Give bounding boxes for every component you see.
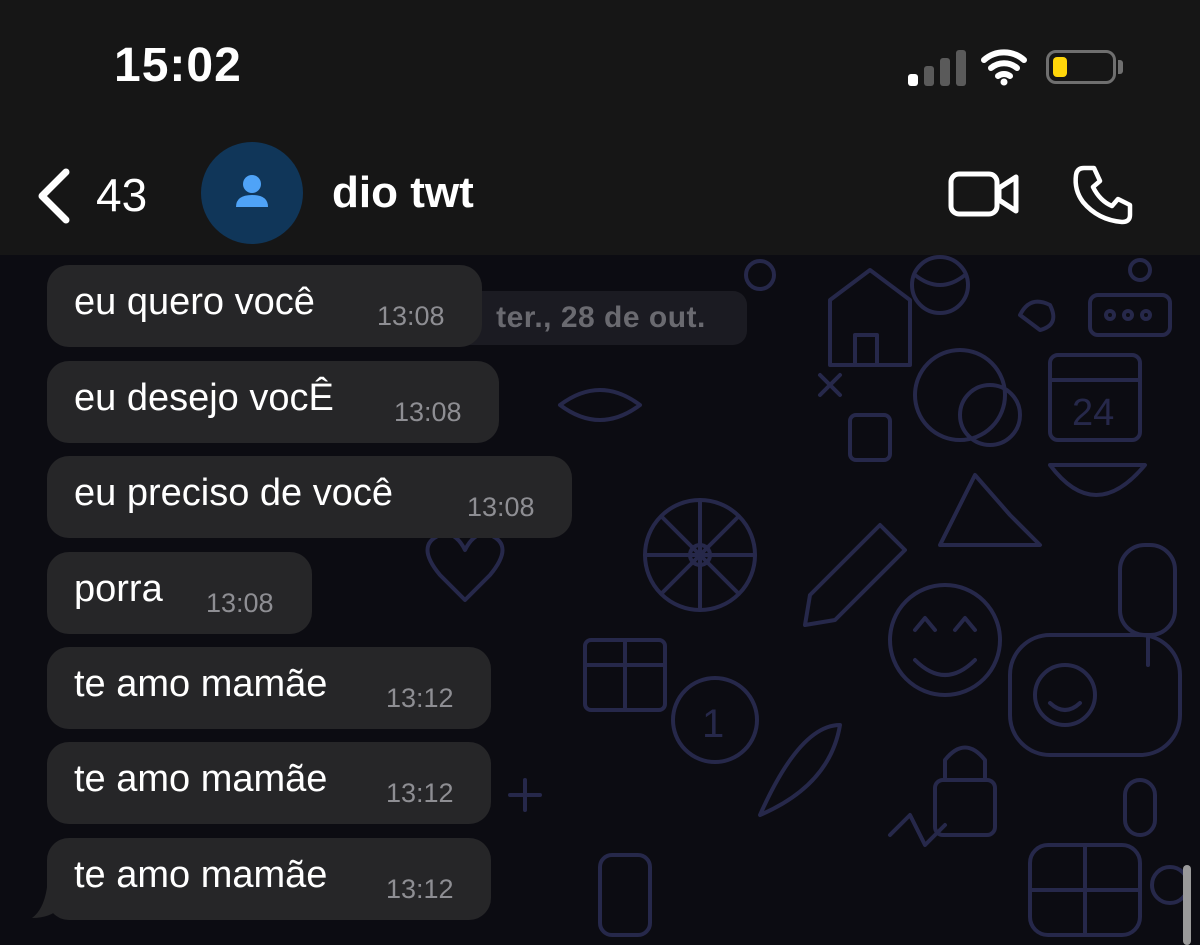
status-time: 15:02 xyxy=(114,39,242,92)
battery-icon xyxy=(1046,50,1116,84)
message-text: te amo mamãe xyxy=(74,663,328,705)
signal-bar-2 xyxy=(924,66,934,86)
avatar[interactable] xyxy=(201,142,303,244)
svg-text:24: 24 xyxy=(1072,392,1114,434)
battery-level xyxy=(1053,57,1067,77)
message-text: eu preciso de você xyxy=(74,472,393,514)
message-bubble[interactable]: eu preciso de você 13:08 xyxy=(47,456,572,538)
message-time: 13:08 xyxy=(206,588,274,618)
status-bar: 15:02 xyxy=(0,0,1200,130)
message-time: 13:12 xyxy=(386,683,454,713)
message-bubble[interactable]: te amo mamãe 13:12 xyxy=(47,838,491,920)
message-time: 13:08 xyxy=(467,492,535,522)
unread-count[interactable]: 43 xyxy=(96,168,147,222)
wifi-icon xyxy=(981,49,1027,86)
message-text: eu quero você xyxy=(74,281,315,323)
message-text: porra xyxy=(74,568,163,610)
person-icon xyxy=(236,175,268,207)
message-bubble[interactable]: porra 13:08 xyxy=(47,552,312,634)
signal-bar-1 xyxy=(908,74,918,86)
message-bubble[interactable]: eu desejo vocÊ 13:08 xyxy=(47,361,499,443)
message-bubble[interactable]: te amo mamãe 13:12 xyxy=(47,647,491,729)
date-separator: ter., 28 de out. xyxy=(455,291,747,345)
chat-header: 43 dio twt xyxy=(0,130,1200,255)
message-time: 13:08 xyxy=(394,397,462,427)
message-time: 13:12 xyxy=(386,778,454,808)
message-bubble[interactable]: te amo mamãe 13:12 xyxy=(47,742,491,824)
video-camera-icon[interactable] xyxy=(948,168,1020,220)
battery-cap xyxy=(1118,60,1123,74)
scrollbar[interactable] xyxy=(1183,865,1191,945)
chat-area[interactable]: 24 1 ter., 28 de out. eu quero você 13:0… xyxy=(0,255,1200,945)
message-text: te amo mamãe xyxy=(74,854,328,896)
signal-bar-4 xyxy=(956,50,966,86)
signal-bar-3 xyxy=(940,58,950,86)
message-text: te amo mamãe xyxy=(74,758,328,800)
message-time: 13:12 xyxy=(386,874,454,904)
cellular-signal-icon xyxy=(908,50,966,86)
message-time: 13:08 xyxy=(377,301,445,331)
svg-text:1: 1 xyxy=(702,702,724,746)
contact-name[interactable]: dio twt xyxy=(332,168,474,218)
phone-icon[interactable] xyxy=(1070,162,1136,228)
bubble-tail xyxy=(32,878,60,918)
chevron-left-icon[interactable] xyxy=(30,166,80,226)
message-text: eu desejo vocÊ xyxy=(74,377,334,419)
message-bubble[interactable]: eu quero você 13:08 xyxy=(47,265,482,347)
